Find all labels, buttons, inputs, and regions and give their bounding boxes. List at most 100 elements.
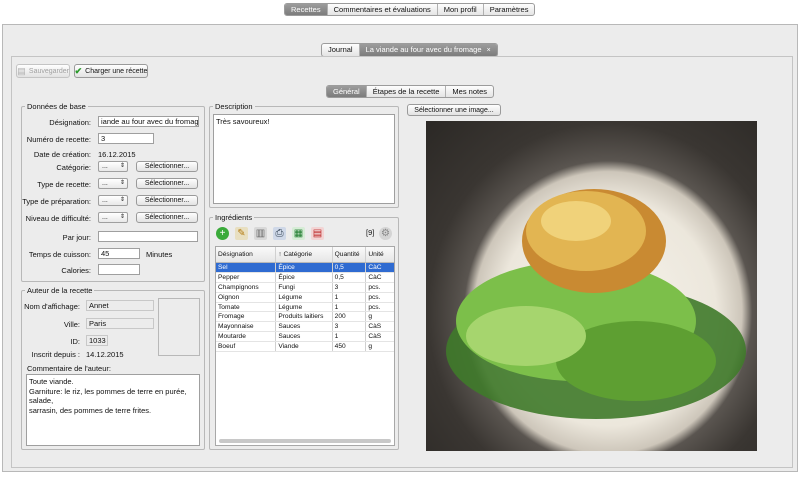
table-cell: Oignon [216, 292, 277, 302]
recipe-type-combo[interactable]: ... ⇕ [98, 178, 128, 189]
table-cell: Sel [216, 263, 277, 272]
table-row[interactable]: Mayonnaise Sauces 3 CàS [216, 322, 394, 333]
prep-type-combo[interactable]: ... ⇕ [98, 195, 128, 206]
table-cell: g [368, 313, 372, 321]
table-cell: 1 [333, 332, 367, 342]
city-field: Paris [86, 318, 154, 329]
save-button-label: Sauvegarder [28, 67, 69, 75]
save-button[interactable]: ▤ Sauvegarder [16, 64, 70, 78]
table-cell: 0,5 [333, 272, 367, 282]
display-name-label: Nom d'affichage: [24, 302, 80, 311]
per-day-label: Par jour: [62, 233, 91, 242]
table-row[interactable]: Tomate Légume 1 pcs. [216, 302, 394, 313]
print-icon[interactable]: ⎙ [273, 227, 286, 240]
trash-icon[interactable]: ▥ [254, 227, 267, 240]
ingredients-table[interactable]: Désignation ↑ Catégorie Quantité Unité S… [215, 246, 395, 446]
chevron-updown-icon: ⇕ [119, 163, 125, 169]
designation-field[interactable]: iande au four avec du fromage [98, 116, 199, 127]
table-cell: CàC [368, 264, 382, 271]
close-icon[interactable]: × [487, 47, 491, 54]
tab-notes[interactable]: Mes notes [445, 86, 493, 97]
table-row[interactable]: Fromage Produits laitiers 200 g [216, 312, 394, 323]
category-select-button[interactable]: Sélectionner... [136, 161, 198, 172]
difficulty-select-button[interactable]: Sélectionner... [136, 212, 198, 223]
load-recipe-button-label: Charger une récette [85, 67, 148, 75]
author-comment-line: sarrasin, des pommes de terre frites. [29, 405, 152, 415]
tab-journal[interactable]: Journal [322, 44, 359, 56]
author-comment-line: Garniture: le riz, les pommes de terre e… [29, 386, 187, 406]
cook-time-field[interactable]: 45 [98, 248, 140, 259]
select-image-button[interactable]: Sélectionner une image... [407, 104, 501, 116]
column-header[interactable]: Désignation [216, 247, 277, 262]
column-header[interactable]: ↑ Catégorie [276, 247, 333, 262]
table-cell: pcs. [368, 293, 381, 301]
save-icon: ▤ [17, 65, 26, 76]
column-header[interactable]: Quantité [333, 247, 367, 262]
category-combo[interactable]: ... ⇕ [98, 161, 128, 172]
chevron-updown-icon: ⇕ [119, 214, 125, 220]
difficulty-combo-value: ... [102, 214, 108, 221]
tab-general[interactable]: Général [327, 86, 366, 97]
prep-type-combo-value: ... [102, 197, 108, 204]
created-date-value: 16.12.2015 [98, 150, 136, 159]
table-cell: CàS [368, 333, 382, 341]
difficulty-combo[interactable]: ... ⇕ [98, 212, 128, 223]
tab-recipe-document-label: La viande au four avec du fromage [365, 45, 482, 54]
description-textarea[interactable]: Très savoureux! [213, 114, 395, 204]
table-cell: Fungi [276, 282, 333, 292]
author-id-field: 1033 [86, 335, 108, 346]
table-cell: Épice [276, 263, 333, 272]
table-cell: Pepper [216, 272, 277, 282]
table-cell: Champignons [216, 282, 277, 292]
ingredients-title: Ingrédients [213, 213, 255, 222]
prep-type-select-button[interactable]: Sélectionner... [136, 195, 198, 206]
gear-icon[interactable]: ⚙ [379, 227, 392, 240]
checkmark-icon: ✔ [74, 65, 83, 76]
recipe-number-field[interactable]: 3 [98, 133, 154, 144]
table-row[interactable]: Boeuf Viande 450 g [216, 342, 394, 353]
table-row[interactable]: Champignons Fungi 3 pcs. [216, 282, 394, 293]
pdf-export-icon[interactable]: ▤ [311, 227, 324, 240]
table-cell: Légume [276, 292, 333, 302]
table-cell: Sauces [276, 332, 333, 342]
horizontal-scrollbar[interactable] [219, 439, 391, 443]
recipe-photo [426, 121, 757, 451]
table-cell: CàS [368, 323, 382, 331]
table-row[interactable]: Moutarde Sauces 1 CàS [216, 332, 394, 343]
table-cell: 1 [333, 302, 367, 312]
table-row[interactable]: Oignon Légume 1 pcs. [216, 292, 394, 303]
excel-export-icon[interactable]: ▦ [292, 227, 305, 240]
table-cell: pcs. [368, 303, 381, 311]
designation-label: Désignation: [49, 118, 91, 127]
table-row[interactable]: Pepper Épice 0,5 CàC [216, 272, 394, 283]
basic-data-title: Données de base [25, 102, 88, 111]
table-cell: Boeuf [216, 342, 277, 352]
table-cell: Épice [276, 272, 333, 282]
edit-icon[interactable]: ✎ [235, 227, 248, 240]
author-comment-text: Toute viande. Garniture: le riz, les pom… [26, 374, 200, 446]
add-icon[interactable]: + [216, 227, 229, 240]
recipe-photo-illustration [446, 189, 746, 419]
recipe-sub-tab-bar: Général Étapes de la recette Mes notes [326, 85, 495, 98]
tab-recettes[interactable]: Recettes [285, 4, 327, 15]
table-cell: 1 [333, 292, 367, 302]
recipe-type-select-button[interactable]: Sélectionner... [136, 178, 198, 189]
load-recipe-button[interactable]: ✔ Charger une récette [74, 64, 148, 78]
table-header: Désignation ↑ Catégorie Quantité Unité [216, 247, 394, 263]
tab-parametres[interactable]: Paramètres [482, 4, 535, 15]
tab-recipe-document[interactable]: La viande au four avec du fromage × [358, 44, 497, 56]
city-label: Ville: [63, 320, 80, 329]
tab-etapes[interactable]: Étapes de la recette [365, 86, 446, 97]
table-cell: 200 [333, 312, 367, 322]
main-tab-bar: Recettes Commentaires et évaluations Mon… [284, 3, 536, 16]
tab-commentaires[interactable]: Commentaires et évaluations [326, 4, 437, 15]
column-header[interactable]: Unité [366, 247, 394, 262]
table-row[interactable]: Sel Épice 0,5 CàC [216, 263, 394, 273]
tab-profil[interactable]: Mon profil [436, 4, 483, 15]
per-day-field[interactable] [98, 231, 198, 242]
created-date-label: Date de création: [33, 150, 91, 159]
difficulty-label: Niveau de difficulté: [25, 214, 91, 223]
author-comment-line: Toute viande. [29, 377, 74, 386]
calories-field[interactable] [98, 264, 140, 275]
cook-time-label: Temps de cuisson: [28, 250, 91, 259]
